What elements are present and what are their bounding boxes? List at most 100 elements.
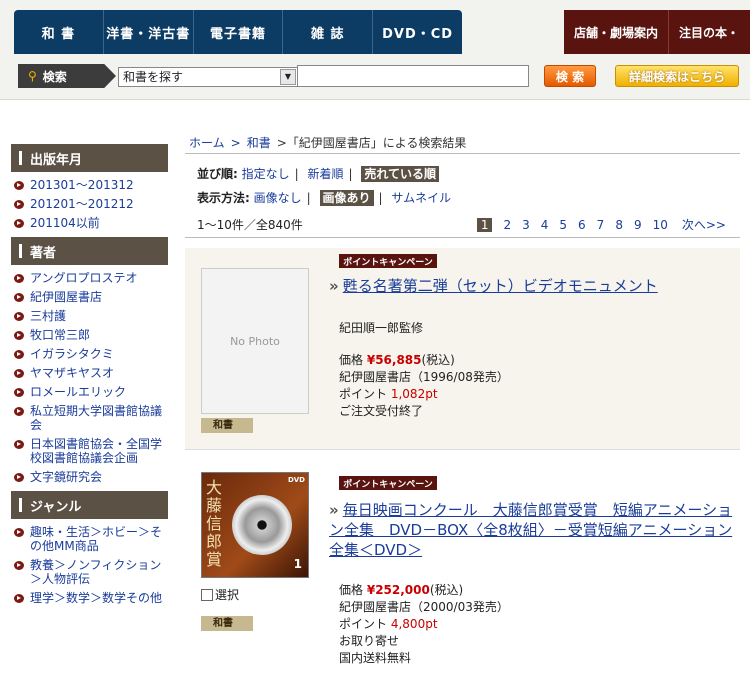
- display-option-with-image[interactable]: 画像あり: [319, 190, 374, 206]
- page-link-current[interactable]: 1: [476, 217, 493, 232]
- nav-tab-dvd-cd[interactable]: DVD・CD: [373, 10, 462, 54]
- nav-tab-ebooks[interactable]: 電子書籍: [194, 10, 284, 54]
- nav-tab-magazines[interactable]: 雑 誌: [283, 10, 374, 54]
- nav-tab-featured[interactable]: 注目の本・: [669, 10, 749, 54]
- display-option-no-image[interactable]: 画像なし: [254, 191, 302, 205]
- display-label: 表示方法:: [197, 191, 250, 205]
- sidebar-item-date[interactable]: 201201〜201212: [8, 195, 168, 214]
- nav-tab-stores[interactable]: 店舗・劇場案内: [564, 10, 670, 54]
- disc-icon: [232, 495, 292, 555]
- search-scope-select[interactable]: 和書を探す ▼: [118, 67, 298, 87]
- sidebar-item-author[interactable]: 文字鏡研究会: [8, 468, 168, 487]
- double-chevron-icon: »: [329, 277, 339, 295]
- sidebar-item-author[interactable]: アングロプロステオ: [8, 269, 168, 288]
- availability-status: ご注文受付終了: [339, 404, 424, 418]
- result-details: 価格 ¥252,000(税込) 紀伊國屋書店（2000/03発売） ポイント 4…: [339, 583, 509, 665]
- sort-row: 並び順: 指定なし | 新着順 | 売れている順: [197, 162, 740, 186]
- arrow-bullet-icon: [14, 331, 24, 340]
- main-nav: 和 書 洋書・洋古書 電子書籍 雑 誌 DVD・CD: [14, 10, 462, 54]
- chevron-down-icon[interactable]: ▼: [280, 69, 296, 85]
- arrow-bullet-icon: [14, 388, 24, 397]
- sort-option-newest[interactable]: 新着順: [308, 167, 344, 181]
- sidebar-item-author[interactable]: 紀伊國屋書店: [8, 288, 168, 307]
- sort-option-bestselling[interactable]: 売れている順: [361, 166, 440, 182]
- arrow-bullet-icon: [14, 312, 24, 321]
- pagination: 1 2 3 4 5 6 7 8 9 10 次へ>>: [476, 216, 726, 233]
- page-link[interactable]: 8: [615, 218, 623, 232]
- sidebar-item-author[interactable]: 三村護: [8, 307, 168, 326]
- search-icon: ⚲: [28, 69, 37, 83]
- arrow-bullet-icon: [14, 350, 24, 359]
- search-label-text: 検索: [42, 69, 67, 84]
- arrow-bullet-icon: [14, 561, 24, 570]
- sidebar-item-author[interactable]: ロメールエリック: [8, 383, 168, 402]
- breadcrumb-category[interactable]: 和書: [247, 134, 271, 151]
- sidebar-item-genre[interactable]: 教養＞ノンフィクション＞人物評伝: [8, 556, 168, 589]
- sort-label: 並び順:: [197, 167, 238, 181]
- arrow-bullet-icon: [14, 369, 24, 378]
- breadcrumb-home[interactable]: ホーム: [189, 134, 225, 151]
- display-option-thumbnail[interactable]: サムネイル: [391, 191, 451, 205]
- sidebar-item-author[interactable]: 牧口常三郎: [8, 326, 168, 345]
- points: 4,800pt: [390, 617, 438, 631]
- breadcrumb-separator: >: [230, 135, 241, 150]
- arrow-bullet-icon: [14, 528, 24, 537]
- arrow-bullet-icon: [14, 473, 24, 482]
- page-link[interactable]: 2: [503, 218, 511, 232]
- dvd-logo-icon: DVD: [287, 476, 305, 484]
- arrow-bullet-icon: [14, 219, 24, 228]
- sidebar-item-author[interactable]: イガラシタクミ: [8, 345, 168, 364]
- page-link[interactable]: 10: [653, 218, 668, 232]
- search-label: ⚲ 検索: [18, 64, 116, 88]
- arrow-bullet-icon: [14, 407, 24, 416]
- advanced-search-button[interactable]: 詳細検索はこちら: [615, 65, 739, 87]
- search-bar: ⚲ 検索 和書を探す ▼ 検 索 詳細検索はこちら: [14, 60, 740, 94]
- results-area: ホーム > 和書 >「紀伊國屋書店」による検索結果 並び順: 指定なし | 新着順…: [185, 132, 740, 694]
- result-details: 価格 ¥56,885(税込) 紀伊國屋書店（1996/08発売） ポイント 1,…: [339, 353, 509, 418]
- next-page-link[interactable]: 次へ>>: [682, 216, 726, 233]
- sidebar-item-genre[interactable]: 趣味・生活＞ホビー＞その他MM商品: [8, 523, 168, 556]
- result-item: 大藤信郎賞 DVD 1 選択 ポイントキャンペーン » 毎日映画コンクール 大藤信…: [185, 464, 740, 694]
- search-scope-value: 和書を探す: [123, 70, 184, 84]
- search-input[interactable]: [297, 65, 529, 87]
- sidebar-item-date[interactable]: 201301〜201312: [8, 176, 168, 195]
- result-options: 並び順: 指定なし | 新着順 | 売れている順 表示方法: 画像なし | 画像あり |…: [185, 154, 740, 210]
- page-link[interactable]: 6: [578, 218, 586, 232]
- page-link[interactable]: 5: [559, 218, 567, 232]
- page-link[interactable]: 3: [522, 218, 530, 232]
- sort-option-default[interactable]: 指定なし: [242, 167, 290, 181]
- arrow-bullet-icon: [14, 181, 24, 190]
- product-cover-image[interactable]: 大藤信郎賞 DVD 1: [201, 472, 309, 578]
- result-item: No Photo ポイントキャンペーン » 甦る名著第二弾（セット）ビデオモニュメ…: [185, 248, 740, 450]
- campaign-badge: ポイントキャンペーン: [339, 476, 437, 490]
- shipping-note: 国内送料無料: [339, 651, 412, 665]
- site-header: 和 書 洋書・洋古書 電子書籍 雑 誌 DVD・CD 店舗・劇場案内 注目の本・…: [0, 0, 750, 100]
- select-checkbox-row[interactable]: 選択: [201, 586, 239, 603]
- sidebar-item-date[interactable]: 201104以前: [8, 214, 168, 233]
- arrow-bullet-icon: [14, 200, 24, 209]
- publisher: 紀伊國屋書店（1996/08発売）: [339, 370, 509, 384]
- sidebar-item-author[interactable]: 日本図書館協会・全国学校図書館協議会企画: [8, 435, 168, 468]
- category-badge: 和書: [201, 616, 253, 631]
- nav-tab-books[interactable]: 和 書: [14, 10, 104, 54]
- arrow-bullet-icon: [14, 274, 24, 283]
- count-row: 1〜10件／全840件 1 2 3 4 5 6 7 8 9 10 次へ>>: [185, 212, 740, 238]
- search-button[interactable]: 検 索: [544, 65, 596, 87]
- cover-volume-number: 1: [293, 557, 302, 571]
- nav-tab-foreign-books[interactable]: 洋書・洋古書: [104, 10, 194, 54]
- sidebar-heading-date: 出版年月: [8, 144, 168, 172]
- no-photo-thumbnail[interactable]: No Photo: [201, 268, 309, 414]
- sidebar-item-genre[interactable]: 理学＞数学＞数学その他: [8, 589, 168, 608]
- result-title[interactable]: » 毎日映画コンクール 大藤信郎賞受賞 短編アニメーション全集 DVD－BOX〈全…: [329, 500, 734, 560]
- page-link[interactable]: 7: [597, 218, 605, 232]
- select-checkbox[interactable]: [201, 588, 213, 601]
- sidebar-heading-genre: ジャンル: [8, 491, 168, 519]
- result-title[interactable]: » 甦る名著第二弾（セット）ビデオモニュメント: [329, 276, 734, 296]
- publisher: 紀伊國屋書店（2000/03発売）: [339, 600, 509, 614]
- sidebar-heading-author: 著者: [8, 237, 168, 265]
- page-link[interactable]: 4: [541, 218, 549, 232]
- page-link[interactable]: 9: [634, 218, 642, 232]
- sidebar-item-author[interactable]: 私立短期大学図書館協議会: [8, 402, 168, 435]
- result-author: 紀田順一郎監修: [339, 321, 424, 335]
- sidebar-item-author[interactable]: ヤマザキヤスオ: [8, 364, 168, 383]
